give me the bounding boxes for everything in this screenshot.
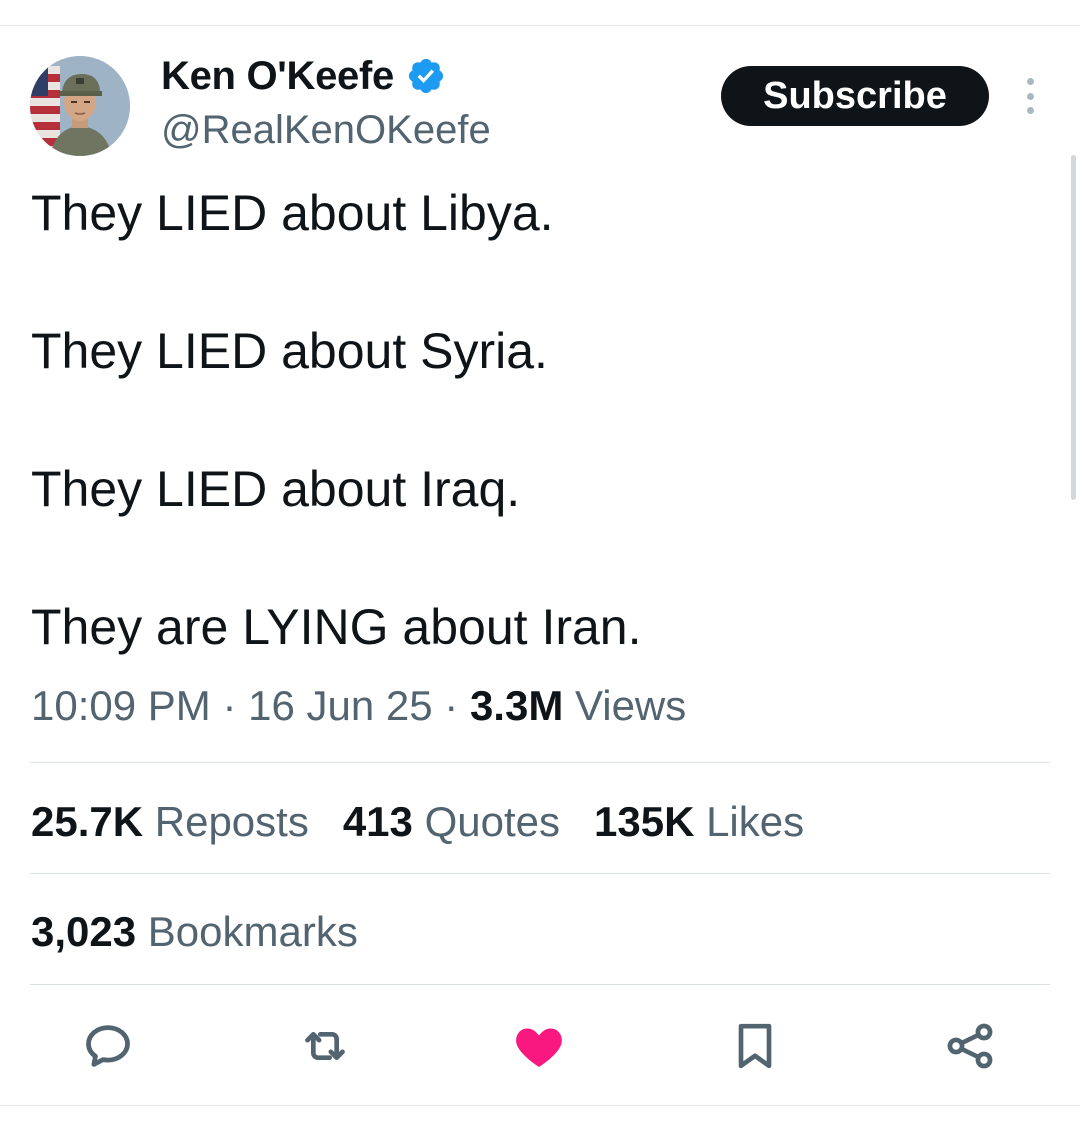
reposts-count: 25.7K — [31, 798, 144, 845]
share-icon — [947, 1023, 993, 1069]
tweet-text-line: They LIED about Libya. — [31, 185, 554, 241]
views-count: 3.3M — [469, 682, 564, 729]
more-dot — [1026, 92, 1034, 100]
repost-button[interactable] — [297, 1018, 353, 1074]
divider — [30, 984, 1050, 985]
views-label: Views — [574, 682, 687, 729]
repost-icon — [305, 1032, 345, 1060]
quotes-label: Quotes — [424, 798, 560, 845]
bottom-divider — [0, 1105, 1080, 1106]
top-divider — [0, 25, 1080, 26]
like-button[interactable] — [511, 1018, 567, 1074]
author-handle[interactable]: @RealKenOKeefe — [161, 106, 491, 154]
likes-stat[interactable]: 135K Likes — [594, 796, 804, 848]
tweet-text-line: They LIED about Iraq. — [31, 461, 521, 517]
tweet-meta: 10:09 PM · 16 Jun 25 · 3.3M Views — [31, 680, 686, 732]
soldier-portrait-avatar — [30, 56, 130, 156]
tweet-text-line: They LIED about Syria. — [31, 323, 548, 379]
avatar[interactable] — [30, 56, 130, 156]
tweet-text-line: They are LYING about Iran. — [31, 599, 642, 655]
verified-badge-icon — [408, 58, 444, 94]
more-options-icon[interactable] — [1018, 78, 1042, 114]
reply-icon — [86, 1025, 130, 1067]
scrollbar[interactable] — [1071, 155, 1076, 500]
share-button[interactable] — [942, 1018, 998, 1074]
reposts-stat[interactable]: 25.7K Reposts — [31, 796, 309, 848]
bookmark-icon — [738, 1023, 772, 1069]
likes-count: 135K — [594, 798, 695, 845]
tweet-date[interactable]: 16 Jun 25 — [248, 682, 433, 729]
more-dot — [1026, 107, 1034, 114]
divider — [30, 873, 1050, 874]
reply-button[interactable] — [80, 1018, 136, 1074]
author-display-name[interactable]: Ken O'Keefe — [161, 54, 394, 99]
bookmark-button[interactable] — [727, 1018, 783, 1074]
engagement-stats: 25.7K Reposts 413 Quotes 135K Likes — [31, 796, 838, 848]
meta-separator: · — [432, 682, 470, 729]
subscribe-button[interactable]: Subscribe — [721, 66, 989, 126]
tweet-time[interactable]: 10:09 PM — [31, 682, 211, 729]
like-icon — [516, 1028, 562, 1067]
bookmarks-stat[interactable]: 3,023 Bookmarks — [31, 906, 358, 958]
more-dot — [1026, 78, 1034, 85]
bookmarks-label: Bookmarks — [147, 908, 358, 955]
quotes-count: 413 — [342, 798, 413, 845]
divider — [30, 762, 1050, 763]
likes-label: Likes — [706, 798, 805, 845]
author-name-row[interactable]: Ken O'Keefe — [161, 50, 446, 102]
quotes-stat[interactable]: 413 Quotes — [343, 796, 560, 848]
meta-separator: · — [210, 682, 249, 729]
bookmarks-count: 3,023 — [31, 908, 137, 955]
reposts-label: Reposts — [154, 798, 309, 845]
